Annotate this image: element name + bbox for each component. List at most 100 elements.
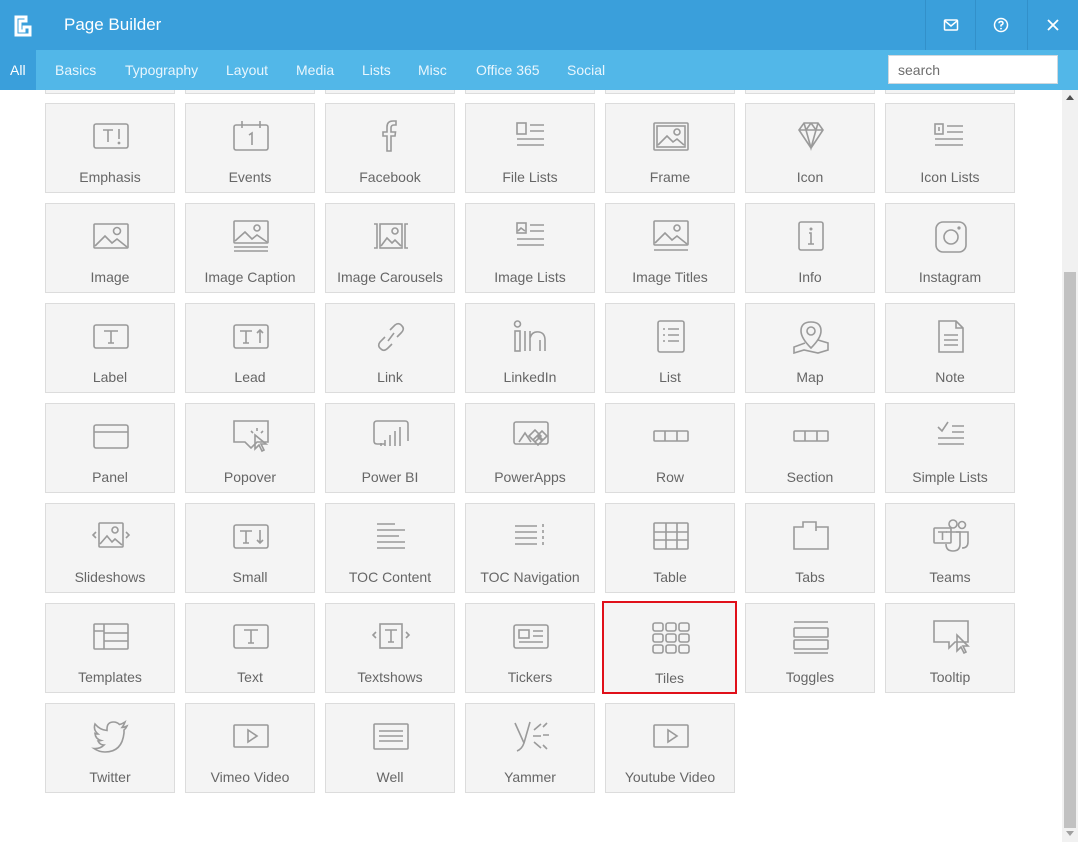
tile-label: TOC Navigation: [480, 569, 580, 585]
tile-teams[interactable]: Teams: [885, 503, 1015, 593]
help-icon: [993, 17, 1008, 33]
tile-label: Small: [232, 569, 268, 585]
tile-toc-content[interactable]: TOC Content: [325, 503, 455, 593]
tile-note[interactable]: Note: [885, 303, 1015, 393]
yammer-icon: [514, 721, 549, 752]
tile-label: Vimeo Video: [210, 769, 290, 785]
tile-label: Icon Lists: [920, 169, 980, 185]
tile-tiles[interactable]: Tiles: [602, 601, 737, 694]
tile-lead[interactable]: Lead: [185, 303, 315, 393]
search-input[interactable]: [888, 55, 1058, 84]
tile-list[interactable]: List: [605, 303, 735, 393]
tile-icon[interactable]: Icon: [745, 103, 875, 193]
tile-table[interactable]: Table: [605, 503, 735, 593]
tile-label: Lead: [234, 369, 266, 385]
tile-toc-navigation[interactable]: TOC Navigation: [465, 503, 595, 593]
tile-small[interactable]: Small: [185, 503, 315, 593]
tab-media[interactable]: Media: [296, 50, 334, 90]
tile-label: Power BI: [361, 469, 419, 485]
tabs-icon: [793, 521, 829, 550]
tile-image[interactable]: Image: [45, 203, 175, 293]
component-grid: Emphasis Events Facebook File Lists Frame Ico…: [0, 90, 1062, 842]
link-icon: [377, 322, 405, 352]
tile-image-caption[interactable]: Image Caption: [185, 203, 315, 293]
tile-textshows[interactable]: Textshows: [325, 603, 455, 693]
tile-text[interactable]: Text: [185, 603, 315, 693]
tile-label: Link: [377, 369, 403, 385]
teams-icon: [933, 519, 969, 552]
tab-social[interactable]: Social: [567, 50, 605, 90]
tile-label: Toggles: [785, 669, 835, 685]
tile-label: Tickers: [507, 669, 553, 685]
tile-map[interactable]: Map: [745, 303, 875, 393]
tile-label: Twitter: [89, 769, 131, 785]
tile-emphasis[interactable]: Emphasis: [45, 103, 175, 193]
tile-label: Map: [796, 369, 824, 385]
tile-frame[interactable]: Frame: [605, 103, 735, 193]
tile-label: Info: [798, 269, 822, 285]
tile-instagram[interactable]: Instagram: [885, 203, 1015, 293]
image-title-icon: [653, 220, 689, 251]
tab-typography[interactable]: Typography: [125, 50, 198, 90]
tile-powerapps[interactable]: PowerApps: [465, 403, 595, 493]
tile-info[interactable]: Info: [745, 203, 875, 293]
tile-power-bi[interactable]: Power BI: [325, 403, 455, 493]
tile-row[interactable]: Row: [605, 403, 735, 493]
ticker-icon: [513, 624, 549, 649]
tile-label: Templates: [78, 669, 142, 685]
tile-facebook[interactable]: Facebook: [325, 103, 455, 193]
tile-partial: [185, 90, 315, 94]
tile-file-lists[interactable]: File Lists: [465, 103, 595, 193]
tile-label: Yammer: [504, 769, 556, 785]
tile-templates[interactable]: Templates: [45, 603, 175, 693]
tile-section[interactable]: Section: [745, 403, 875, 493]
scroll-up-arrow-icon[interactable]: [1066, 95, 1074, 100]
tile-label: Image Lists: [494, 269, 566, 285]
tile-well[interactable]: Well: [325, 703, 455, 793]
tile-tickers[interactable]: Tickers: [465, 603, 595, 693]
tile-tabs[interactable]: Tabs: [745, 503, 875, 593]
tile-label: Section: [786, 469, 834, 485]
tile-tooltip[interactable]: Tooltip: [885, 603, 1015, 693]
tab-office-365[interactable]: Office 365: [476, 50, 540, 90]
map-pin-icon: [793, 321, 829, 354]
info-icon: [798, 221, 824, 251]
tile-panel[interactable]: Panel: [45, 403, 175, 493]
tooltip-icon: [933, 620, 970, 654]
tile-image-titles[interactable]: Image Titles: [605, 203, 735, 293]
tile-link[interactable]: Link: [325, 303, 455, 393]
close-button[interactable]: [1027, 0, 1078, 50]
tab-misc[interactable]: Misc: [418, 50, 447, 90]
tile-yammer[interactable]: Yammer: [465, 703, 595, 793]
help-button[interactable]: [975, 0, 1025, 50]
tab-basics[interactable]: Basics: [55, 50, 96, 90]
row-icon: [653, 430, 689, 442]
tile-icon-lists[interactable]: Icon Lists: [885, 103, 1015, 193]
tab-all[interactable]: All: [0, 50, 36, 90]
tile-youtube-video[interactable]: Youtube Video: [605, 703, 735, 793]
diamond-icon: [798, 122, 824, 151]
tile-label: Popover: [223, 469, 277, 485]
window-title: Page Builder: [64, 15, 162, 34]
tile-simple-lists[interactable]: Simple Lists: [885, 403, 1015, 493]
tile-vimeo-video[interactable]: Vimeo Video: [185, 703, 315, 793]
tile-toggles[interactable]: Toggles: [745, 603, 875, 693]
text-icon: [233, 624, 269, 649]
image-caption-icon: [233, 220, 269, 252]
tile-slideshows[interactable]: Slideshows: [45, 503, 175, 593]
tab-layout[interactable]: Layout: [226, 50, 268, 90]
tile-events[interactable]: Events: [185, 103, 315, 193]
tab-lists[interactable]: Lists: [362, 50, 391, 90]
scrollbar-thumb[interactable]: [1064, 272, 1076, 828]
mail-icon: [943, 19, 958, 31]
tile-image-lists[interactable]: Image Lists: [465, 203, 595, 293]
tile-image-carousels[interactable]: Image Carousels: [325, 203, 455, 293]
scroll-down-arrow-icon[interactable]: [1066, 831, 1074, 836]
toggles-icon: [793, 621, 829, 654]
tile-label[interactable]: Label: [45, 303, 175, 393]
list-icon: [657, 320, 685, 353]
mail-button[interactable]: [925, 0, 975, 50]
tile-twitter[interactable]: Twitter: [45, 703, 175, 793]
tile-linkedin[interactable]: LinkedIn: [465, 303, 595, 393]
tile-popover[interactable]: Popover: [185, 403, 315, 493]
